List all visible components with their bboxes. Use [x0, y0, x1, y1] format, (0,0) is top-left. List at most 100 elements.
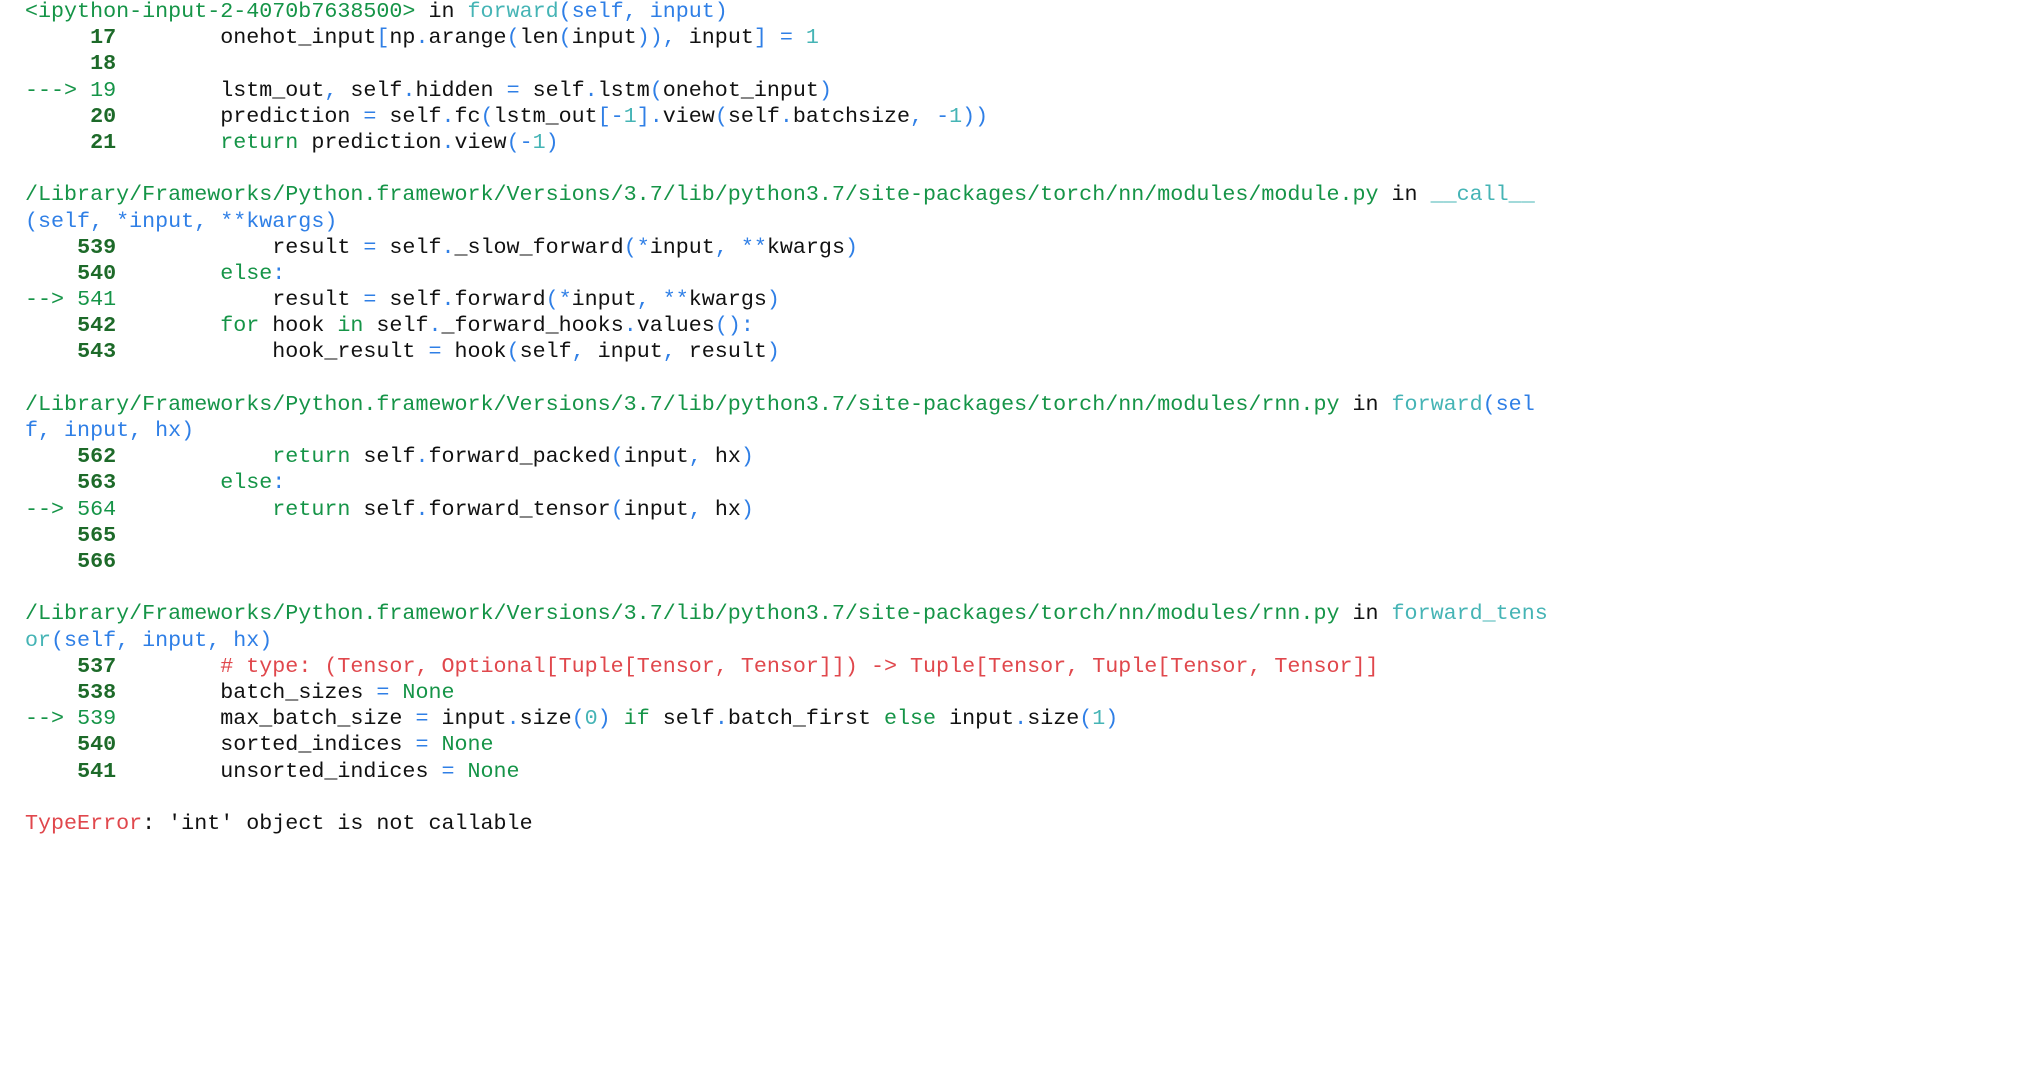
code-token: )): [636, 25, 663, 51]
code-token: =: [428, 339, 442, 365]
code-token: .: [441, 234, 455, 260]
code-token: .: [441, 129, 455, 155]
code-token: 1: [532, 129, 546, 155]
code-line: 542 for hook in self._forward_hooks.valu…: [25, 313, 1548, 339]
code-token: input: [571, 287, 637, 313]
code-token: .: [779, 103, 793, 129]
current-code-line: ---> 19 lstm_out, self.hidden = self.lst…: [25, 78, 1548, 104]
line-number: 566: [77, 549, 117, 575]
frame-function-name: forward: [1391, 391, 1483, 417]
frame-in-keyword: in: [1339, 391, 1392, 417]
code-token: prediction: [116, 103, 364, 129]
code-token: (: [610, 496, 624, 522]
code-line: 20 prediction = self.fc(lstm_out[-1].vie…: [25, 104, 1548, 130]
traceback-output: <ipython-input-2-4070b7638500> in forwar…: [25, 0, 1548, 837]
code-line: 21 return prediction.view(-1): [25, 130, 1548, 156]
code-token: .: [441, 287, 455, 313]
code-token: input: [936, 706, 1015, 732]
code-token: sorted_indices: [116, 732, 416, 758]
code-token: max_batch_size: [116, 706, 416, 732]
frame-file-path[interactable]: /Library/Frameworks/Python.framework/Ver…: [25, 392, 1339, 417]
code-token: self: [363, 313, 429, 339]
code-token: .: [415, 496, 429, 522]
code-token: return: [272, 444, 351, 470]
code-token: input: [571, 25, 637, 51]
error-line: TypeError: 'int' object is not callable: [25, 811, 1548, 837]
line-number: 540: [77, 732, 117, 758]
code-token: input: [675, 25, 754, 51]
code-token: ():: [714, 313, 754, 339]
code-token: self: [350, 496, 416, 522]
code-token: input: [584, 339, 663, 365]
code-token: (: [480, 103, 494, 129]
code-token: (: [506, 25, 520, 51]
code-token: (: [1079, 706, 1093, 732]
code-token: None: [428, 732, 494, 758]
code-token: kwargs: [766, 234, 845, 260]
current-code-line: --> 541 result = self.forward(*input, **…: [25, 287, 1548, 313]
current-line-arrow: -->: [25, 287, 65, 313]
code-token: if: [623, 706, 650, 732]
code-token: (*: [623, 234, 650, 260]
code-token: :: [272, 470, 286, 496]
code-token: # type: (Tensor, Optional[Tuple[Tensor, …: [220, 653, 1379, 679]
code-token: .: [584, 77, 598, 103]
code-token: lstm: [597, 77, 650, 103]
frame-file-path[interactable]: <ipython-input-2-4070b7638500>: [25, 0, 415, 24]
code-line: 539 result = self._slow_forward(*input, …: [25, 235, 1548, 261]
code-token: input: [623, 444, 689, 470]
code-token: forward_tensor: [428, 496, 611, 522]
code-token: ,: [662, 25, 676, 51]
code-token: ,: [324, 77, 338, 103]
code-token: ): [740, 444, 754, 470]
code-token: hook: [441, 339, 507, 365]
code-token: in: [337, 313, 364, 339]
frame-function-name: forward: [467, 0, 559, 24]
code-line: 543 hook_result = hook(self, input, resu…: [25, 339, 1548, 365]
code-token: kwargs: [688, 287, 767, 313]
line-number: 18: [90, 51, 117, 77]
frame-in-keyword: in: [1378, 182, 1431, 208]
code-token: batch_sizes: [116, 679, 377, 705]
line-number: 17: [90, 25, 117, 51]
code-token: result: [116, 234, 364, 260]
code-token: result: [116, 287, 364, 313]
code-token: None: [389, 679, 455, 705]
frame-header: <ipython-input-2-4070b7638500> in forwar…: [25, 0, 1548, 25]
line-number: 542: [77, 313, 117, 339]
code-token: =: [506, 77, 520, 103]
code-token: len: [519, 25, 559, 51]
frame-file-path[interactable]: /Library/Frameworks/Python.framework/Ver…: [25, 601, 1339, 626]
code-token: size: [519, 706, 572, 732]
code-token: [-: [597, 103, 624, 129]
code-token: .: [506, 706, 520, 732]
code-token: (: [714, 103, 728, 129]
code-token: hidden: [415, 77, 507, 103]
code-token: np: [389, 25, 416, 51]
code-token: , **: [636, 287, 689, 313]
code-token: .: [1014, 706, 1028, 732]
code-token: self: [376, 234, 442, 260]
code-token: :: [272, 260, 286, 286]
line-number: 564: [77, 496, 117, 522]
code-token: 1: [623, 103, 637, 129]
frame-function-name: __call__: [1430, 182, 1535, 208]
code-line: 563 else:: [25, 470, 1548, 496]
code-token: values: [636, 313, 715, 339]
code-line: 540 sorted_indices = None: [25, 732, 1548, 758]
line-number: 541: [77, 758, 117, 784]
code-token: arange: [428, 25, 507, 51]
code-token: input: [649, 234, 715, 260]
code-token: batchsize: [792, 103, 911, 129]
code-line: 541 unsorted_indices = None: [25, 759, 1548, 785]
code-token: for: [220, 313, 260, 339]
code-token: ): [597, 706, 611, 732]
code-token: [: [376, 25, 390, 51]
frame-file-path[interactable]: /Library/Frameworks/Python.framework/Ver…: [25, 182, 1379, 207]
